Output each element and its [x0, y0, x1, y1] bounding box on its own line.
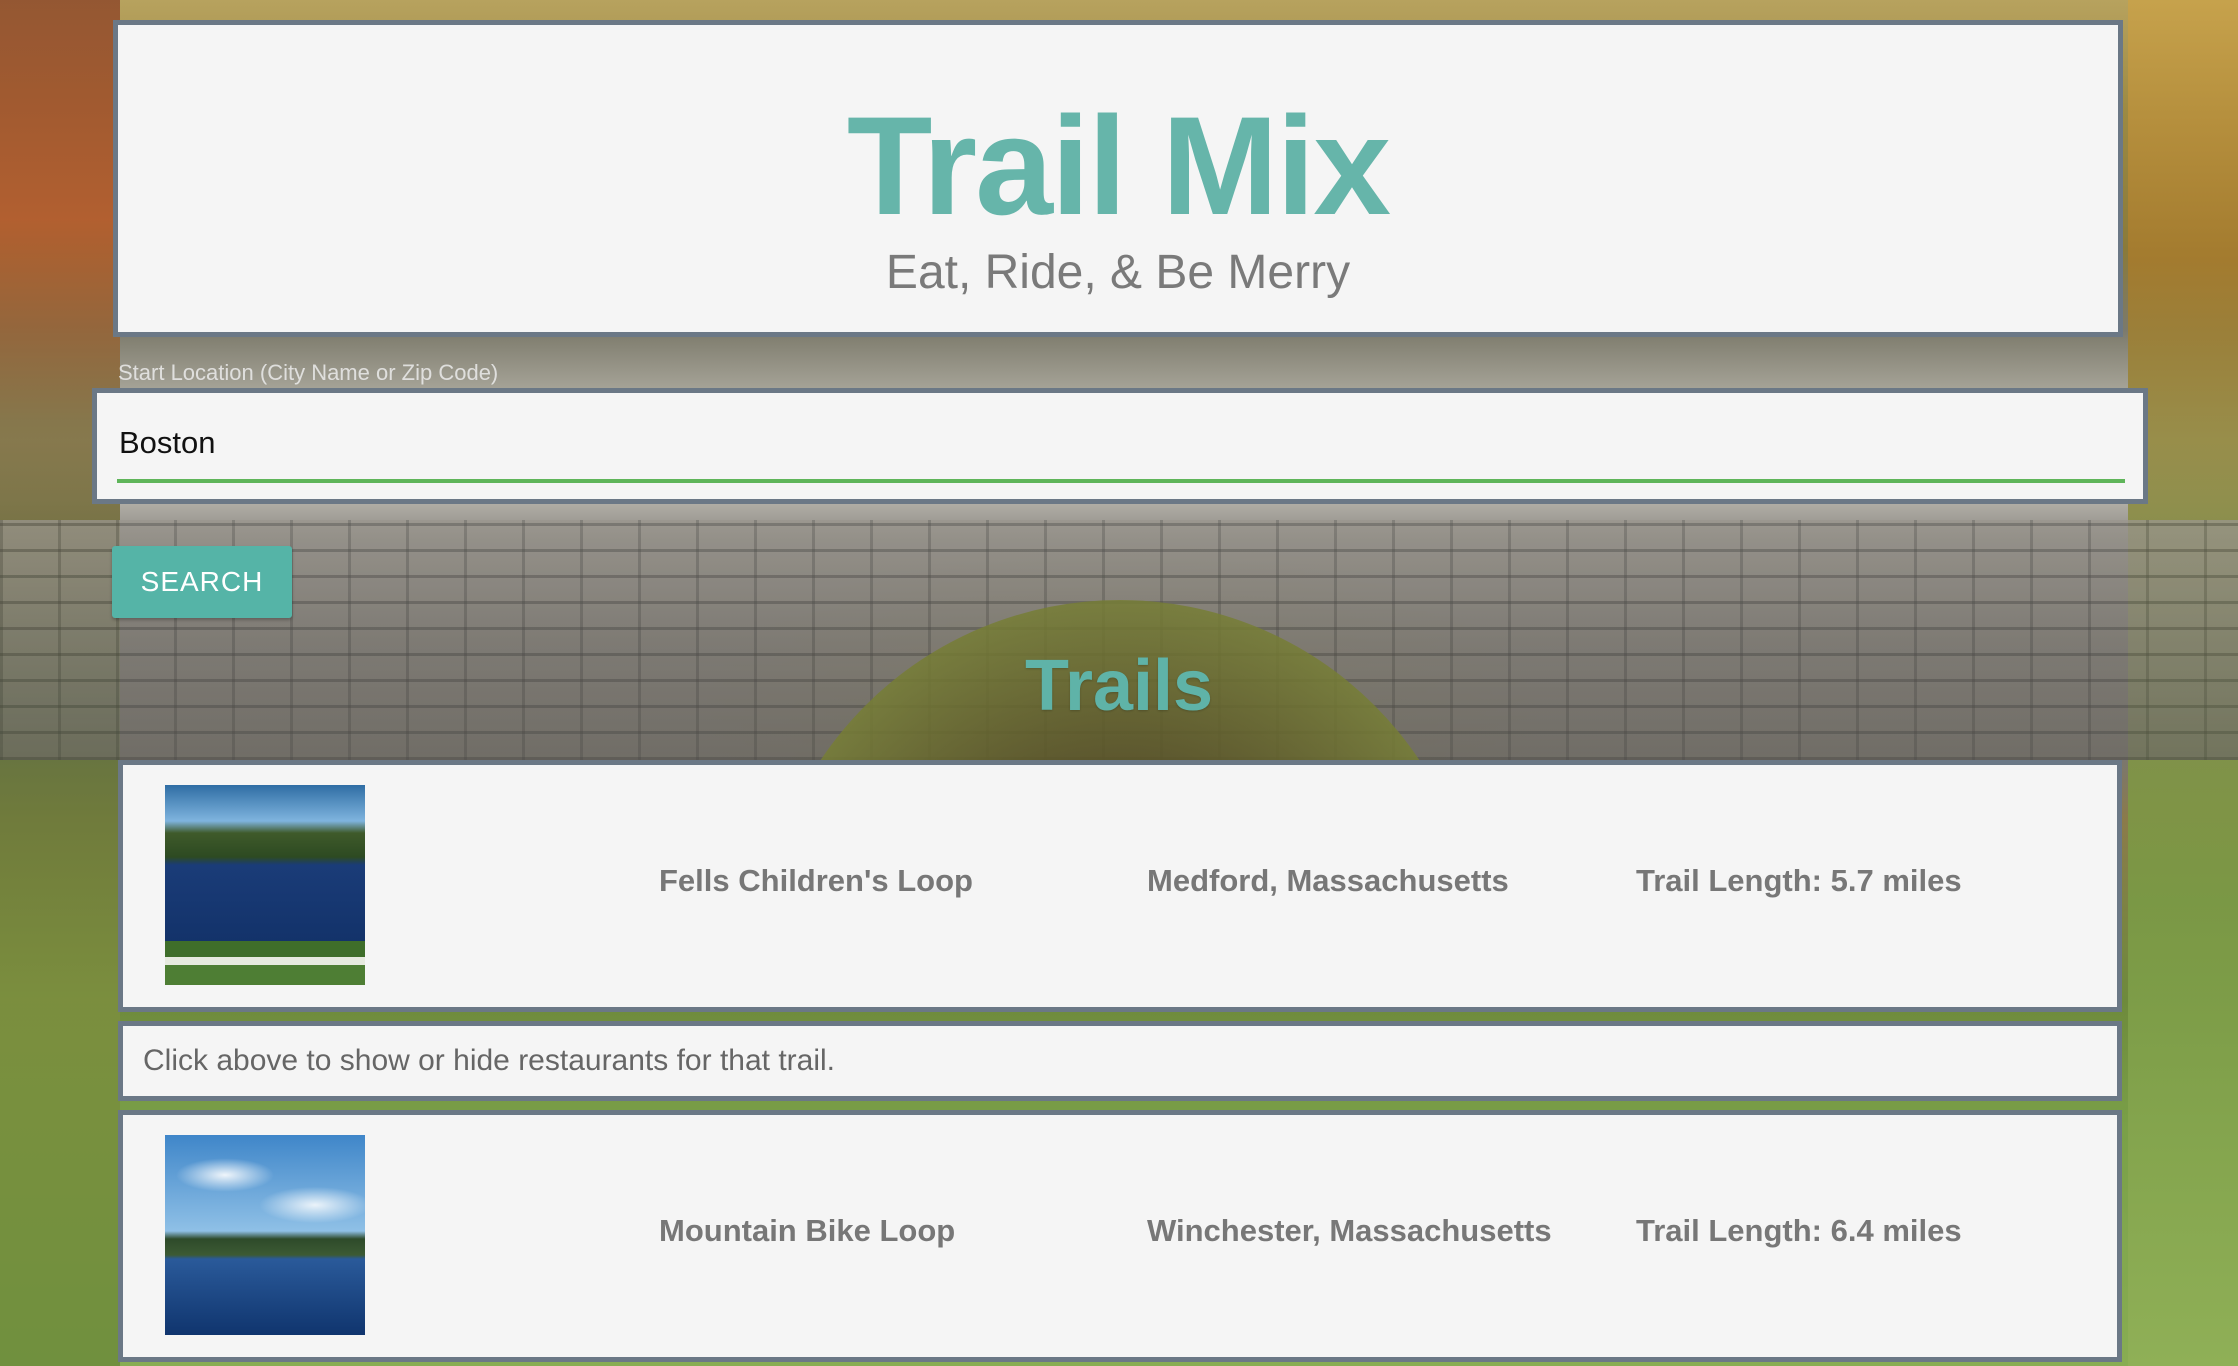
trail-length: Trail Length: 6.4 miles: [1636, 1213, 1962, 1248]
app-tagline: Eat, Ride, & Be Merry: [885, 246, 1351, 299]
search-button[interactable]: SEARCH: [112, 546, 292, 618]
trail-card[interactable]: Fells Children's Loop Medford, Massachus…: [118, 760, 2122, 1012]
trail-name: Fells Children's Loop: [659, 863, 973, 898]
trail-name: Mountain Bike Loop: [659, 1213, 956, 1248]
trails-heading: Trails: [1024, 646, 1214, 726]
start-location-field: [92, 388, 2148, 504]
trail-location: Medford, Massachusetts: [1147, 863, 1509, 898]
restaurants-hint-card: Click above to show or hide restaurants …: [118, 1021, 2122, 1101]
app-title: Trail Mix: [846, 87, 1391, 244]
trail-card[interactable]: Mountain Bike Loop Winchester, Massachus…: [118, 1110, 2122, 1362]
restaurants-hint-text: Click above to show or hide restaurants …: [143, 1044, 835, 1077]
trail-location: Winchester, Massachusetts: [1147, 1213, 1552, 1248]
start-location-label: Start Location (City Name or Zip Code): [118, 360, 499, 385]
trail-length: Trail Length: 5.7 miles: [1636, 863, 1962, 898]
start-location-input[interactable]: [117, 407, 2125, 483]
trail-photo: [165, 1135, 365, 1335]
header-card: Trail Mix Eat, Ride, & Be Merry: [113, 20, 2123, 337]
trail-photo: [165, 785, 365, 985]
